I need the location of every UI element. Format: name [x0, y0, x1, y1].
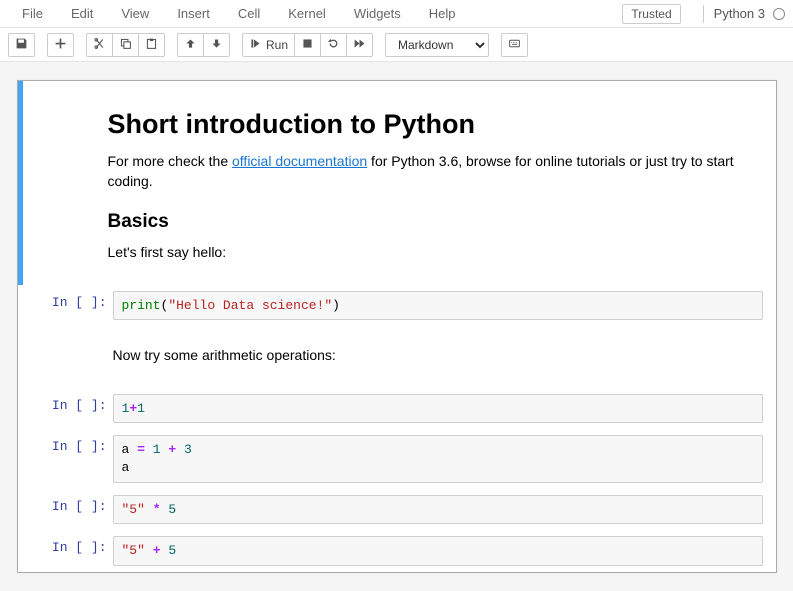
- restart-run-all-button[interactable]: [346, 33, 373, 57]
- menu-help[interactable]: Help: [415, 2, 470, 25]
- plus-icon: [54, 37, 67, 53]
- code-input[interactable]: print("Hello Data science!"): [113, 291, 763, 321]
- paragraph: Now try some arithmetic operations:: [113, 346, 749, 366]
- heading-2: Basics: [108, 211, 749, 233]
- doc-link[interactable]: official documentation: [232, 153, 367, 169]
- move-up-button[interactable]: [177, 33, 204, 57]
- menu-view[interactable]: View: [107, 2, 163, 25]
- page-background: Short introduction to Python For more ch…: [0, 62, 793, 591]
- celltype-select[interactable]: Markdown: [385, 33, 489, 57]
- cell-prompt: In [ ]:: [23, 493, 113, 527]
- markdown-cell[interactable]: Now try some arithmetic operations:: [18, 326, 776, 388]
- refresh-icon: [327, 37, 340, 53]
- paste-button[interactable]: [138, 33, 165, 57]
- code-input[interactable]: "5" + 5: [113, 536, 763, 566]
- menu-file[interactable]: File: [8, 2, 57, 25]
- menubar: File Edit View Insert Cell Kernel Widget…: [0, 0, 793, 28]
- cell-prompt: In [ ]:: [23, 534, 113, 568]
- clipboard-icon: [145, 37, 158, 53]
- command-palette-button[interactable]: [501, 33, 528, 57]
- code-cell[interactable]: In [ ]: a = 1 + 3 a: [18, 429, 776, 488]
- heading-1: Short introduction to Python: [108, 109, 749, 140]
- step-forward-icon: [249, 37, 262, 53]
- kernel-status-icon: [773, 8, 785, 20]
- code-cell[interactable]: In [ ]: "5" * 5: [18, 489, 776, 531]
- kernel-name[interactable]: Python 3: [714, 6, 769, 21]
- toolbar: Run Markdown: [0, 28, 793, 62]
- move-down-button[interactable]: [203, 33, 230, 57]
- interrupt-button[interactable]: [294, 33, 321, 57]
- save-button[interactable]: [8, 33, 35, 57]
- menu-insert[interactable]: Insert: [163, 2, 224, 25]
- code-input[interactable]: "5" * 5: [113, 495, 763, 525]
- code-cell[interactable]: In [ ]: print("Hello Data science!"): [18, 285, 776, 327]
- code-cell[interactable]: In [ ]: 1+1: [18, 388, 776, 430]
- trusted-badge[interactable]: Trusted: [622, 4, 680, 24]
- run-button-label: Run: [266, 38, 288, 52]
- arrow-up-icon: [184, 37, 197, 53]
- run-button[interactable]: Run: [242, 33, 295, 57]
- notebook-container: Short introduction to Python For more ch…: [17, 80, 777, 573]
- markdown-content: Now try some arithmetic operations:: [113, 330, 771, 384]
- save-icon: [15, 37, 28, 53]
- fast-forward-icon: [353, 37, 366, 53]
- copy-button[interactable]: [112, 33, 139, 57]
- add-cell-button[interactable]: [47, 33, 74, 57]
- paragraph: Let's first say hello:: [108, 243, 749, 263]
- code-input[interactable]: a = 1 + 3 a: [113, 435, 763, 482]
- menu-edit[interactable]: Edit: [57, 2, 107, 25]
- keyboard-icon: [508, 37, 521, 53]
- scissors-icon: [93, 37, 106, 53]
- menu-kernel[interactable]: Kernel: [274, 2, 340, 25]
- cell-prompt: In [ ]:: [23, 392, 113, 426]
- stop-icon: [301, 37, 314, 53]
- code-input[interactable]: 1+1: [113, 394, 763, 424]
- menu-widgets[interactable]: Widgets: [340, 2, 415, 25]
- cell-prompt: In [ ]:: [23, 433, 113, 484]
- cell-prompt: [23, 85, 108, 281]
- cell-prompt: [23, 330, 113, 384]
- text: For more check the: [108, 153, 233, 169]
- arrow-down-icon: [210, 37, 223, 53]
- menu-cell[interactable]: Cell: [224, 2, 274, 25]
- cut-button[interactable]: [86, 33, 113, 57]
- markdown-content: Short introduction to Python For more ch…: [108, 85, 771, 281]
- cell-prompt: In [ ]:: [23, 289, 113, 323]
- restart-button[interactable]: [320, 33, 347, 57]
- paragraph: For more check the official documentatio…: [108, 152, 749, 191]
- code-cell[interactable]: In [ ]: "5" + 5: [18, 530, 776, 572]
- divider: [703, 5, 704, 23]
- copy-icon: [119, 37, 132, 53]
- markdown-cell[interactable]: Short introduction to Python For more ch…: [18, 81, 776, 285]
